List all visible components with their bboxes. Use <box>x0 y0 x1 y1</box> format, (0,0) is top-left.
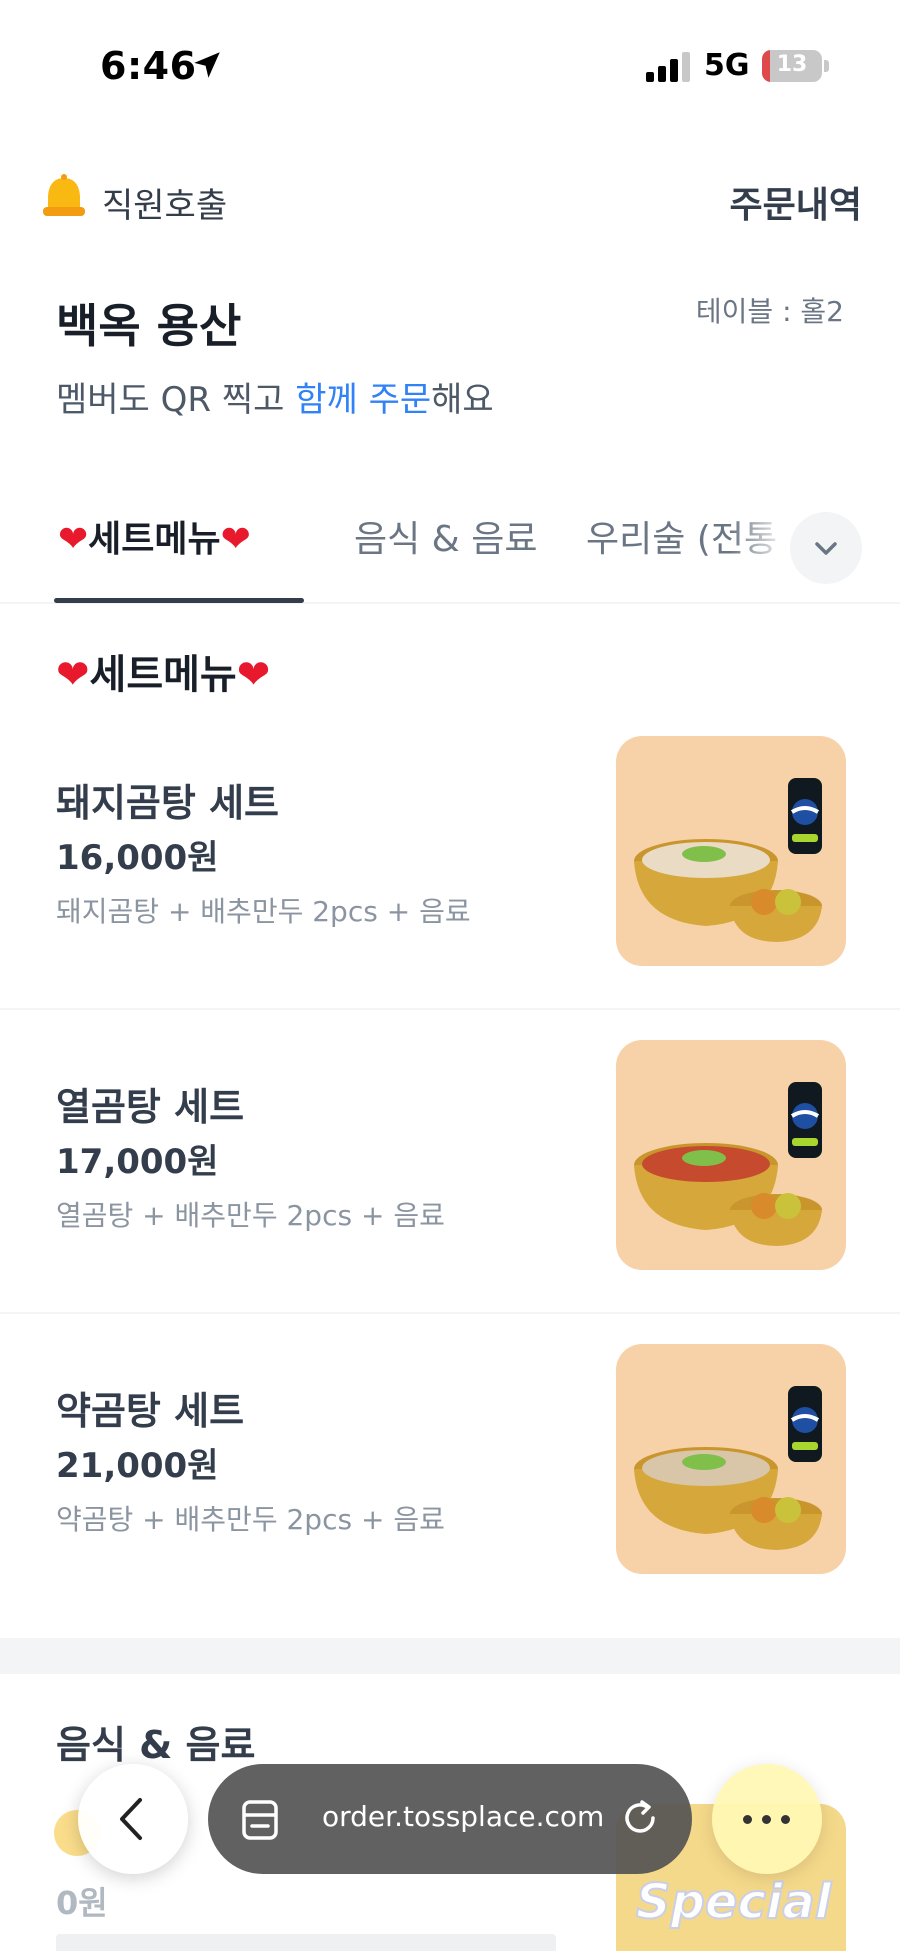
group-order-prefix: 멤버도 QR 찍고 <box>56 380 296 420</box>
menu-item-photo <box>616 1344 846 1574</box>
more-options-button[interactable] <box>712 1764 822 1874</box>
menu-item-description: 돼지곰탕 + 배추만두 2pcs + 음료 <box>56 895 471 928</box>
more-dot <box>743 1815 752 1824</box>
status-bar: 6:46 5G 13 <box>0 0 900 132</box>
menu-item[interactable]: 열곰탕 세트 17,000원 열곰탕 + 배추만두 2pcs + 음료 <box>0 1010 900 1314</box>
call-staff-button[interactable]: 직원호출 <box>102 178 227 227</box>
network-type: 5G <box>704 48 750 83</box>
menu-item-price: 17,000원 <box>56 1142 219 1182</box>
battery-level: 13 <box>776 52 808 77</box>
menu-item-name: 열곰탕 세트 <box>56 1085 245 1129</box>
heart-icon: ❤ <box>56 652 90 698</box>
cellular-signal-icon <box>646 52 690 82</box>
section-title-set-menu: ❤세트메뉴❤ <box>56 642 270 700</box>
more-dot <box>762 1815 771 1824</box>
tab-food-drink[interactable]: 음식 & 음료 <box>354 510 537 562</box>
battery-cap <box>824 60 829 72</box>
status-time: 6:46 <box>100 44 197 88</box>
special-event-logo: Special <box>635 1873 832 1931</box>
heart-icon: ❤ <box>236 652 271 698</box>
section-separator <box>0 1638 900 1674</box>
tab-set-menu[interactable]: ❤세트메뉴❤ <box>58 510 251 562</box>
heart-icon: ❤ <box>58 519 89 560</box>
address-bar[interactable]: order.tossplace.com <box>208 1764 692 1874</box>
heart-icon: ❤ <box>220 519 251 560</box>
url-text: order.tossplace.com <box>322 1800 605 1833</box>
order-history-button[interactable]: 주문내역 <box>730 176 862 228</box>
tab-set-menu-label: 세트메뉴 <box>88 519 221 560</box>
group-order-link[interactable]: 함께 주문 <box>295 380 431 420</box>
location-arrow-icon <box>194 52 220 78</box>
chevron-down-icon <box>815 542 837 555</box>
battery-icon: 13 <box>762 50 822 82</box>
menu-item-name: 약곰탕 세트 <box>56 1389 245 1433</box>
menu-item-price: 21,000원 <box>56 1446 219 1486</box>
store-name: 백옥 용산 <box>56 299 242 353</box>
reload-icon[interactable] <box>620 1798 660 1838</box>
menu-item-name: 돼지곰탕 세트 <box>56 781 279 825</box>
bell-icon[interactable] <box>38 172 90 224</box>
menu-item[interactable]: 돼지곰탕 세트 16,000원 돼지곰탕 + 배추만두 2pcs + 음료 <box>0 706 900 1010</box>
section-title-food-drink: 음식 & 음료 <box>56 1723 256 1767</box>
section-title-label: 세트메뉴 <box>89 652 237 698</box>
chevron-left-icon <box>120 1798 142 1840</box>
food-illustration <box>634 1082 822 1246</box>
more-dot <box>781 1815 790 1824</box>
menu-item-description: 약곰탕 + 배추만두 2pcs + 음료 <box>56 1503 445 1536</box>
menu-item-price: 0원 <box>56 1884 108 1922</box>
tabs-fade <box>730 490 790 600</box>
active-tab-indicator <box>54 598 304 603</box>
menu-item[interactable]: 약곰탕 세트 21,000원 약곰탕 + 배추만두 2pcs + 음료 <box>0 1314 900 1618</box>
menu-item-photo <box>616 1040 846 1270</box>
category-tabs: ❤세트메뉴❤ 음식 & 음료 우리술 (전통 <box>0 490 900 604</box>
group-order-text: 멤버도 QR 찍고 함께 주문해요 <box>56 372 494 421</box>
menu-item-price: 16,000원 <box>56 838 219 878</box>
food-illustration <box>634 1386 822 1550</box>
menu-item-photo <box>616 736 846 966</box>
tabs-icon[interactable] <box>240 1798 282 1842</box>
menu-item-description-placeholder <box>56 1934 556 1951</box>
table-label: 테이블 : 홀2 <box>695 295 844 328</box>
group-order-suffix: 해요 <box>431 380 494 420</box>
back-button[interactable] <box>78 1764 188 1874</box>
menu-item-description: 열곰탕 + 배추만두 2pcs + 음료 <box>56 1199 445 1232</box>
expand-tabs-button[interactable] <box>790 512 862 584</box>
food-illustration <box>634 778 822 942</box>
